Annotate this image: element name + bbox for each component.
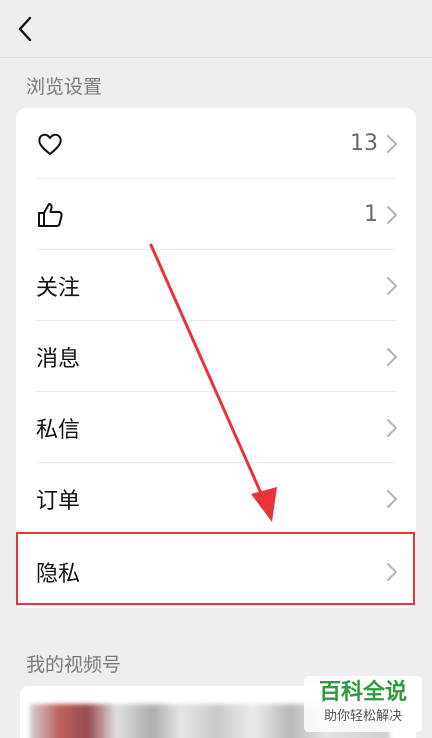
browse-settings-card: 13 1 关注 消息 私信 订单 隐私 <box>16 108 416 608</box>
row-privacy[interactable]: 隐私 <box>16 536 416 607</box>
row-label-private-messages: 私信 <box>36 417 81 443</box>
heart-icon <box>38 133 62 155</box>
favorites-count: 13 <box>350 131 378 156</box>
watermark-logo: 百科全说 助你轻松解决 <box>304 676 422 732</box>
row-follow[interactable]: 关注 <box>16 250 416 321</box>
row-orders[interactable]: 订单 <box>16 463 416 534</box>
row-private-messages[interactable]: 私信 <box>16 392 416 463</box>
chevron-right-icon <box>387 206 397 224</box>
back-arrow-icon <box>18 16 32 42</box>
chevron-right-icon <box>387 348 397 366</box>
chevron-right-icon <box>387 135 397 153</box>
divider <box>36 533 396 534</box>
chevron-right-icon <box>387 490 397 508</box>
likes-count: 1 <box>364 202 378 227</box>
top-bar <box>0 0 432 58</box>
row-favorites[interactable]: 13 <box>16 108 416 179</box>
row-label-privacy: 隐私 <box>36 561 81 587</box>
chevron-right-icon <box>387 419 397 437</box>
row-label-orders: 订单 <box>36 488 81 514</box>
section-title-browse-settings: 浏览设置 <box>26 76 103 98</box>
section-title-my-channel: 我的视频号 <box>26 654 122 676</box>
row-label-follow: 关注 <box>36 275 81 301</box>
row-likes[interactable]: 1 <box>16 179 416 250</box>
row-messages[interactable]: 消息 <box>16 321 416 392</box>
back-button[interactable] <box>12 12 42 46</box>
chevron-right-icon <box>387 277 397 295</box>
chevron-right-icon <box>387 563 397 581</box>
row-label-messages: 消息 <box>36 346 81 372</box>
watermark-subtitle: 助你轻松解决 <box>323 709 402 724</box>
watermark-title: 百科全说 <box>318 680 407 705</box>
thumbs-up-icon <box>38 203 63 227</box>
